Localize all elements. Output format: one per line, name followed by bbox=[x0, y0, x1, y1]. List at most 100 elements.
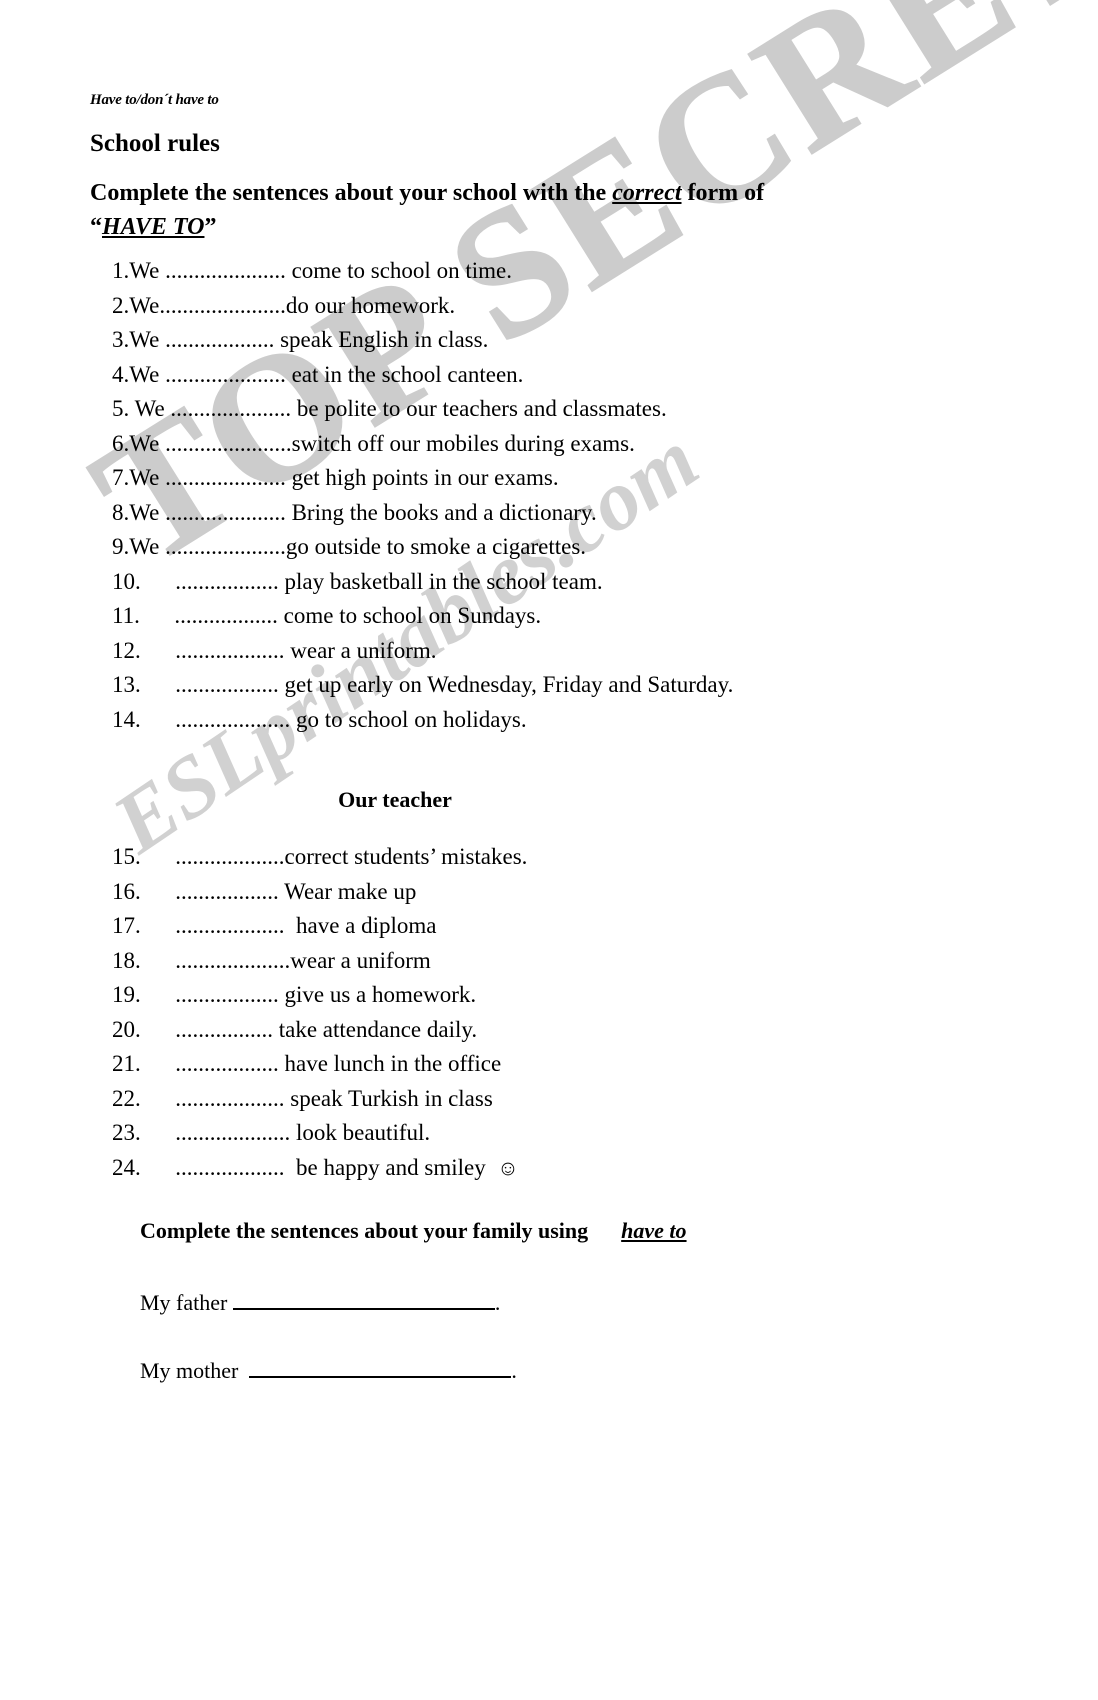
list-item: 16. .................. Wear make up bbox=[112, 875, 992, 910]
item-subject: We bbox=[129, 499, 160, 525]
item-number: 18. bbox=[112, 947, 141, 973]
instruction-emphasis-correct: correct bbox=[612, 180, 682, 206]
item-number: 22. bbox=[112, 1085, 141, 1111]
mother-period: . bbox=[511, 1358, 517, 1383]
list-item: 10. .................. play basketball i… bbox=[112, 565, 992, 600]
item-blank[interactable]: .................. bbox=[141, 982, 285, 1007]
item-blank[interactable]: .................. bbox=[140, 603, 284, 628]
item-number: 5. bbox=[112, 396, 130, 421]
list-item: 1.We ..................... come to schoo… bbox=[112, 254, 992, 289]
item-subject: We bbox=[129, 258, 160, 283]
item-number: 11. bbox=[112, 603, 140, 628]
list-item: 18. ....................wear a uniform bbox=[112, 944, 992, 979]
item-text: look beautiful. bbox=[296, 1120, 431, 1145]
item-blank[interactable]: ................... bbox=[141, 1155, 291, 1180]
mother-fill-line: My mother . bbox=[140, 1356, 517, 1384]
item-blank[interactable]: ................... bbox=[141, 638, 291, 663]
item-subject: We bbox=[129, 465, 160, 490]
item-blank[interactable]: ................... bbox=[141, 844, 284, 869]
item-blank[interactable]: .................. bbox=[141, 569, 285, 594]
father-period: . bbox=[494, 1290, 501, 1315]
item-text: correct students’ mistakes. bbox=[284, 844, 528, 869]
instruction-haveto: HAVE TO bbox=[102, 214, 205, 241]
item-text: switch off our mobiles during exams. bbox=[291, 430, 635, 456]
item-blank[interactable]: ..................... bbox=[159, 258, 291, 283]
father-blank-input[interactable] bbox=[232, 1288, 495, 1310]
item-text: Bring the books and a dictionary. bbox=[291, 499, 597, 525]
item-text: wear a uniform. bbox=[290, 637, 437, 663]
item-subject: We bbox=[129, 361, 160, 387]
item-number: 9. bbox=[112, 534, 130, 559]
quote-close: ” bbox=[204, 214, 217, 241]
list-item: 19. .................. give us a homewor… bbox=[112, 978, 992, 1013]
item-number: 13. bbox=[112, 672, 141, 697]
item-blank[interactable]: ................. bbox=[141, 1017, 279, 1042]
item-number: 24. bbox=[112, 1154, 141, 1180]
item-number: 8. bbox=[112, 499, 130, 525]
item-text: do our homework. bbox=[285, 292, 456, 318]
list-item: 20. ................. take attendance da… bbox=[112, 1013, 992, 1048]
family-instruction-haveto: have to bbox=[621, 1218, 687, 1243]
item-number: 2. bbox=[112, 292, 130, 318]
mother-blank-input[interactable] bbox=[249, 1356, 512, 1378]
item-blank[interactable]: .................... bbox=[141, 948, 290, 973]
item-text: go outside to smoke a cigarettes. bbox=[285, 534, 587, 559]
item-blank[interactable]: .................. bbox=[141, 879, 284, 904]
item-number: 3. bbox=[112, 327, 130, 352]
page-title: School rules bbox=[90, 130, 220, 157]
item-blank[interactable]: ..................... bbox=[159, 534, 286, 559]
instruction-text-part1: Complete the sentences about your school… bbox=[90, 180, 613, 206]
item-blank[interactable]: ..................... bbox=[159, 500, 291, 525]
item-blank[interactable]: .................... bbox=[141, 1120, 296, 1145]
teacher-section-heading: Our teacher bbox=[338, 787, 452, 812]
item-subject: We bbox=[129, 396, 165, 421]
item-text: go to school on holidays. bbox=[296, 706, 527, 732]
item-blank[interactable]: ................... bbox=[141, 1086, 291, 1111]
item-blank[interactable]: ..................... bbox=[165, 396, 297, 421]
father-label: My father bbox=[140, 1290, 233, 1315]
list-item: 7.We ..................... get high poin… bbox=[112, 461, 992, 496]
list-item: 14. .................... go to school on… bbox=[112, 703, 992, 738]
smiley-icon: ☺ bbox=[497, 1155, 519, 1180]
list-item: 5. We ..................... be polite to… bbox=[112, 392, 992, 427]
main-instruction: Complete the sentences about your school… bbox=[90, 176, 990, 244]
list-item: 11. .................. come to school on… bbox=[112, 599, 992, 634]
item-text: get high points in our exams. bbox=[291, 465, 559, 490]
list-item: 17. ................... have a diploma bbox=[112, 909, 992, 944]
item-number: 17. bbox=[112, 913, 141, 938]
list-item: 6.We ......................switch off ou… bbox=[112, 427, 992, 462]
item-blank[interactable]: ................... bbox=[159, 327, 280, 352]
item-text: take attendance daily. bbox=[278, 1016, 478, 1042]
item-blank[interactable]: ...................... bbox=[159, 293, 286, 318]
worksheet-kicker: Have to/don´t have to bbox=[90, 92, 219, 108]
list-item: 24. ................... be happy and smi… bbox=[112, 1151, 992, 1186]
instruction-text-part2: form of bbox=[681, 180, 765, 206]
item-subject: We bbox=[129, 292, 160, 318]
item-blank[interactable]: .................. bbox=[141, 1051, 285, 1076]
item-number: 4. bbox=[112, 361, 130, 387]
mother-label: My mother bbox=[140, 1358, 250, 1383]
list-item: 8.We ..................... Bring the boo… bbox=[112, 496, 992, 531]
item-blank[interactable]: .................... bbox=[141, 707, 296, 732]
item-text: have lunch in the office bbox=[284, 1051, 502, 1076]
item-blank[interactable]: ...................... bbox=[159, 431, 292, 456]
item-number: 16. bbox=[112, 878, 141, 904]
list-item: 4.We ..................... eat in the sc… bbox=[112, 358, 992, 393]
item-text: get up early on Wednesday, Friday and Sa… bbox=[284, 672, 734, 697]
list-item: 3.We ................... speak English i… bbox=[112, 323, 992, 358]
school-rules-list: 1.We ..................... come to schoo… bbox=[112, 254, 992, 737]
item-text: play basketball in the school team. bbox=[284, 568, 603, 594]
item-number: 6. bbox=[112, 430, 130, 456]
item-blank[interactable]: .................. bbox=[141, 672, 285, 697]
list-item: 13. .................. get up early on W… bbox=[112, 668, 992, 703]
family-instruction-text: Complete the sentences about your family… bbox=[140, 1218, 622, 1243]
quote-open: “ bbox=[90, 214, 102, 241]
item-blank[interactable]: ..................... bbox=[159, 465, 291, 490]
item-text: speak Turkish in class bbox=[290, 1085, 493, 1111]
item-blank[interactable]: ..................... bbox=[159, 362, 291, 387]
item-text: wear a uniform bbox=[290, 947, 431, 973]
item-number: 10. bbox=[112, 568, 141, 594]
item-number: 23. bbox=[112, 1120, 141, 1145]
item-blank[interactable]: ................... bbox=[141, 913, 291, 938]
item-number: 21. bbox=[112, 1051, 141, 1076]
